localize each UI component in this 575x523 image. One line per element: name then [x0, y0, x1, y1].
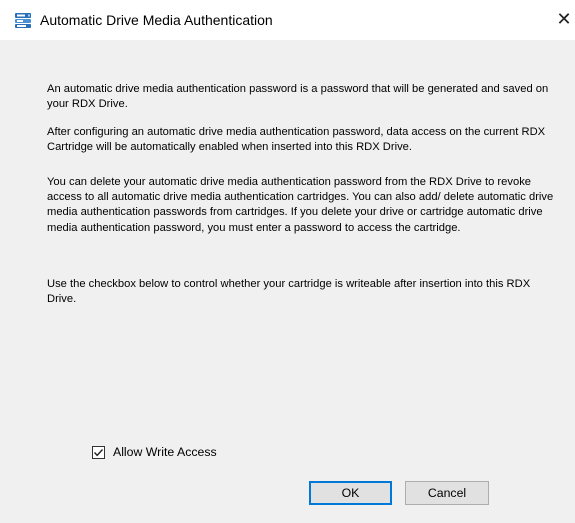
close-button[interactable]: ✕	[553, 8, 575, 32]
close-icon: ✕	[556, 9, 572, 30]
window-title: Automatic Drive Media Authentication	[40, 12, 273, 28]
rdx-drive-icon	[14, 12, 32, 29]
cancel-button[interactable]: Cancel	[405, 481, 489, 505]
ok-button[interactable]: OK	[309, 481, 392, 505]
dialog-window: Automatic Drive Media Authentication ✕ A…	[0, 0, 575, 523]
description-paragraph-2: After configuring an automatic drive med…	[47, 126, 546, 154]
checkbox-box[interactable]	[92, 445, 105, 459]
title-bar[interactable]: Automatic Drive Media Authentication ✕	[0, 0, 575, 40]
description-paragraph-3: You can delete your automatic drive medi…	[47, 176, 554, 234]
description-paragraph-1: An automatic drive media authentication …	[47, 83, 549, 111]
checkbox-label[interactable]: Allow Write Access	[113, 444, 217, 460]
allow-write-access-checkbox[interactable]: Allow Write Access	[92, 443, 217, 461]
dialog-body: An automatic drive media authentication …	[0, 40, 575, 523]
description-paragraph-4: Use the checkbox below to control whethe…	[47, 278, 531, 306]
checkmark-icon	[93, 448, 104, 456]
